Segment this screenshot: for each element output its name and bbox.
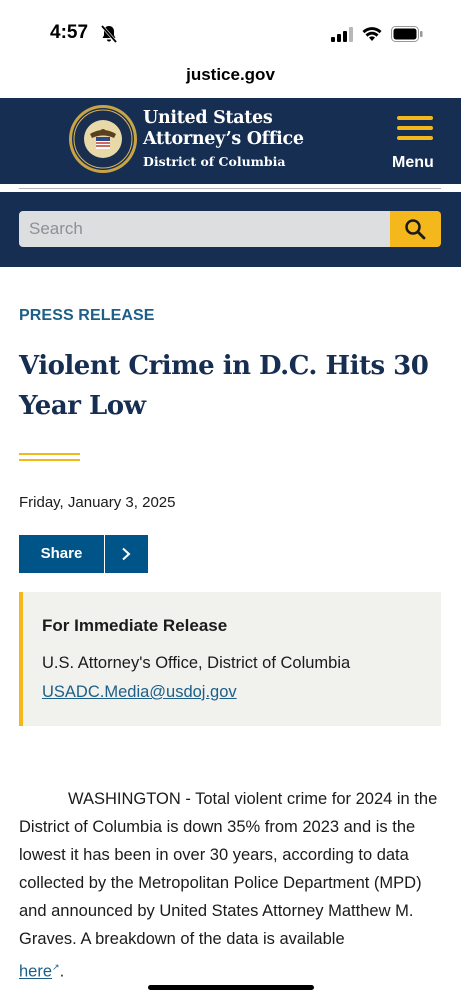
share-expand-button[interactable] <box>105 535 148 573</box>
agency-subtitle: District of Columbia <box>143 154 286 169</box>
menu-button[interactable]: Menu <box>390 114 440 176</box>
search-input[interactable] <box>19 211 390 247</box>
status-time: 4:57 <box>50 22 89 43</box>
agency-title-line1[interactable]: United States <box>143 108 304 129</box>
page-title: Violent Crime in D.C. Hits 30 Year Low <box>19 351 429 421</box>
press-release-kicker: PRESS RELEASE <box>19 307 155 324</box>
site-header: United States Attorney’s Office District… <box>0 98 461 184</box>
hamburger-icon-bar <box>397 116 433 120</box>
doj-seal-logo[interactable] <box>68 104 138 174</box>
status-bar: 4:57 <box>0 0 461 62</box>
cellular-signal-icon <box>331 27 353 42</box>
hamburger-icon-bar <box>397 126 433 130</box>
release-office: U.S. Attorney's Office, District of Colu… <box>42 654 351 672</box>
search-band <box>0 192 461 267</box>
agency-title-line2[interactable]: Attorney’s Office <box>143 129 304 150</box>
article-body-paragraph: WASHINGTON - Total violent crime for 202… <box>19 785 444 986</box>
media-email-link[interactable]: USADC.Media@usdoj.gov <box>42 683 237 702</box>
external-link-icon: ↗ <box>52 962 60 972</box>
menu-label: Menu <box>392 154 434 171</box>
search-button[interactable] <box>390 211 441 247</box>
agency-title[interactable]: United States Attorney’s Office <box>143 108 304 150</box>
home-indicator[interactable] <box>148 985 314 990</box>
bell-slash-icon <box>100 25 118 43</box>
chevron-right-icon <box>122 547 131 561</box>
release-info-box: For Immediate Release U.S. Attorney's Of… <box>19 592 441 726</box>
article-trailing-period: . <box>59 962 65 981</box>
battery-icon <box>391 26 423 42</box>
wifi-icon <box>362 27 382 41</box>
browser-url-bar[interactable]: justice.gov <box>0 62 461 98</box>
data-breakdown-link[interactable]: here <box>19 963 52 981</box>
share-button[interactable]: Share <box>19 535 104 573</box>
article-body-text: WASHINGTON - Total violent crime for 202… <box>19 790 438 948</box>
search-icon <box>405 219 426 240</box>
publish-date: Friday, January 3, 2025 <box>19 494 176 511</box>
hamburger-icon-bar <box>397 136 433 140</box>
share-control: Share <box>19 535 148 573</box>
title-accent-rule <box>19 453 80 462</box>
url-text[interactable]: justice.gov <box>186 65 275 84</box>
header-divider-line <box>19 188 441 189</box>
release-box-title: For Immediate Release <box>42 616 228 635</box>
